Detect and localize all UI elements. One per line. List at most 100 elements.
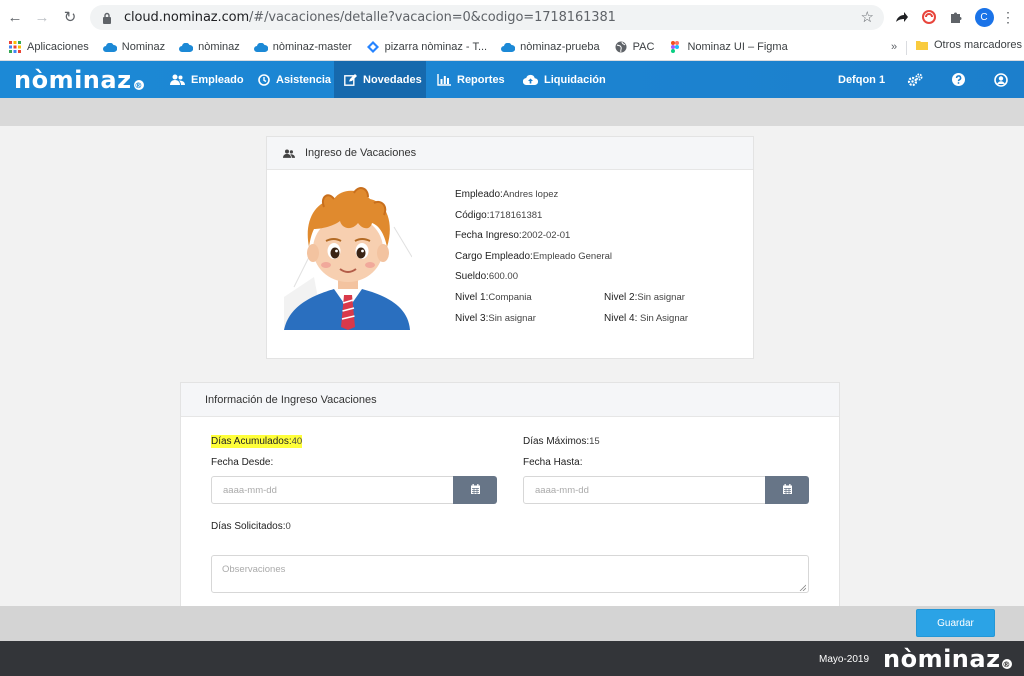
app-navbar: nòminaz ® Empleado Asistencia Novedades R…	[0, 61, 1024, 98]
bookmarks-bar: Aplicaciones Nominaz nòminaz nòminaz-mas…	[0, 34, 1024, 61]
nav-label: Asistencia	[276, 73, 332, 86]
vacation-card-header: Información de Ingreso Vacaciones	[181, 383, 839, 417]
folder-icon	[916, 39, 928, 51]
other-bookmarks[interactable]: Otros marcadores	[916, 39, 1022, 51]
subheader-bar	[0, 98, 1024, 126]
employee-card-title: Ingreso de Vacaciones	[305, 147, 417, 159]
footer-date: Mayo-2019	[819, 654, 870, 665]
observaciones-textarea[interactable]: Observaciones	[211, 555, 809, 593]
nav-empleado[interactable]: Empleado	[160, 61, 254, 98]
bookmark-nominaz-2[interactable]: nòminaz	[179, 41, 240, 53]
nav-label: Novedades	[363, 73, 422, 86]
fecha-hasta-input[interactable]: aaaa-mm-dd	[523, 476, 766, 504]
bookmarks-divider	[906, 41, 907, 55]
bookmark-figma[interactable]: Nominaz UI – Figma	[668, 41, 788, 53]
profile-avatar[interactable]: C	[974, 7, 994, 27]
bookmark-nominaz[interactable]: Nominaz	[102, 41, 166, 53]
resize-handle-icon[interactable]	[799, 583, 807, 592]
user-account-icon[interactable]	[994, 61, 1008, 98]
bookmark-nominaz-prueba[interactable]: nòminaz-prueba	[501, 41, 600, 53]
fecha-hasta-calendar-button[interactable]	[765, 476, 809, 504]
globe-icon	[614, 41, 628, 53]
bookmark-label: nòminaz-master	[272, 41, 352, 53]
fecha-hasta-label: Fecha Hasta:	[523, 457, 583, 468]
bookmark-label: nòminaz	[198, 41, 240, 53]
clock-icon	[258, 73, 270, 86]
bookmark-star-icon[interactable]: ☆	[861, 8, 874, 26]
calendar-icon	[470, 483, 480, 497]
registered-mark: ®	[1001, 659, 1012, 669]
info-empleado: Empleado:Andres lopez	[455, 189, 559, 200]
save-button[interactable]: Guardar	[916, 609, 995, 637]
bookmark-label: Nominaz UI – Figma	[687, 41, 788, 53]
diamond-icon	[366, 41, 380, 53]
bookmark-label: Aplicaciones	[27, 41, 89, 53]
info-codigo: Código:1718161381	[455, 210, 543, 221]
footer-logo: nòminaz ®	[883, 645, 1012, 673]
observaciones-placeholder: Observaciones	[222, 564, 286, 575]
extensions-puzzle-icon[interactable]	[946, 7, 966, 27]
employee-card: Ingreso de Vacaciones Empleado:Andres lo…	[266, 136, 754, 359]
dias-maximos: Días Máximos:15	[523, 436, 600, 447]
nav-novedades[interactable]: Novedades	[334, 61, 426, 98]
back-icon[interactable]: ←	[4, 6, 26, 28]
forward-icon[interactable]: →	[31, 6, 53, 28]
dias-solicitados: Días Solicitados:0	[211, 521, 291, 532]
fecha-desde-calendar-button[interactable]	[453, 476, 497, 504]
bar-chart-icon	[437, 73, 451, 86]
settings-gears-icon[interactable]	[907, 61, 923, 98]
nav-label: Reportes	[457, 73, 505, 86]
cloud-upload-icon	[523, 74, 538, 85]
info-sueldo: Sueldo:600.00	[455, 271, 518, 282]
company-name: Defqon 1	[838, 73, 886, 86]
cloud-icon	[501, 41, 516, 53]
bookmark-label: pizarra nòminaz - T...	[384, 41, 488, 53]
nav-label: Liquidación	[544, 73, 606, 86]
nav-liquidacion[interactable]: Liquidación	[513, 61, 616, 98]
bookmark-nominaz-master[interactable]: nòminaz-master	[253, 41, 352, 53]
lock-icon	[100, 11, 114, 25]
nav-reportes[interactable]: Reportes	[427, 61, 515, 98]
vacation-card-title: Información de Ingreso Vacaciones	[205, 393, 377, 406]
bookmark-label: PAC	[632, 41, 655, 53]
info-nivel-2: Nivel 2:Sin asignar	[604, 292, 685, 303]
help-icon[interactable]	[952, 61, 965, 98]
users-icon	[170, 74, 185, 85]
info-fecha-ingreso: Fecha Ingreso:2002-02-01	[455, 230, 571, 241]
fecha-desde-input[interactable]: aaaa-mm-dd	[211, 476, 454, 504]
bookmark-pizarra[interactable]: pizarra nòminaz - T...	[366, 41, 488, 53]
company-selector[interactable]: Defqon 1	[838, 61, 885, 98]
cloud-icon	[102, 41, 117, 53]
address-bar[interactable]: cloud.nominaz.com/#/vacaciones/detalle?v…	[90, 5, 884, 30]
info-nivel-4: Nivel 4: Sin Asignar	[604, 313, 689, 324]
info-nivel-1: Nivel 1:Compania	[455, 292, 532, 303]
share-arrow-icon[interactable]	[892, 7, 912, 27]
footer-logo-text: nòminaz	[883, 645, 1001, 673]
reload-icon[interactable]: ↻	[59, 6, 81, 28]
employee-avatar	[284, 177, 413, 330]
cloud-icon	[179, 41, 194, 53]
bookmark-pac[interactable]: PAC	[614, 41, 655, 53]
bookmark-label: Nominaz	[121, 41, 166, 53]
figma-icon	[668, 41, 682, 53]
bookmark-label: nòminaz-prueba	[520, 41, 600, 53]
bookmarks-overflow-button[interactable]: »	[891, 41, 897, 53]
extension-swirl-icon[interactable]	[919, 7, 939, 27]
employee-card-header: Ingreso de Vacaciones	[267, 137, 753, 170]
info-cargo: Cargo Empleado:Empleado General	[455, 251, 613, 262]
other-bookmarks-label: Otros marcadores	[934, 39, 1023, 51]
cloud-icon	[253, 41, 268, 53]
info-nivel-3: Nivel 3:Sin asignar	[455, 313, 536, 324]
menu-dots-icon[interactable]: ⋮	[998, 7, 1018, 27]
browser-toolbar: ← → ↻ cloud.nominaz.com/#/vacaciones/det…	[0, 0, 1024, 34]
action-bar: Guardar	[0, 606, 1024, 641]
logo-text: nòminaz	[14, 66, 132, 94]
vacation-info-card: Información de Ingreso Vacaciones Días A…	[180, 382, 840, 606]
nav-asistencia[interactable]: Asistencia	[248, 61, 341, 98]
nominaz-logo[interactable]: nòminaz ®	[14, 66, 144, 94]
nav-label: Empleado	[191, 73, 244, 86]
dias-acumulados: Días Acumulados:40	[211, 435, 303, 448]
apps-grid-icon	[8, 41, 22, 53]
bookmark-apps[interactable]: Aplicaciones	[8, 41, 89, 53]
footer: Mayo-2019 nòminaz ®	[0, 641, 1024, 676]
